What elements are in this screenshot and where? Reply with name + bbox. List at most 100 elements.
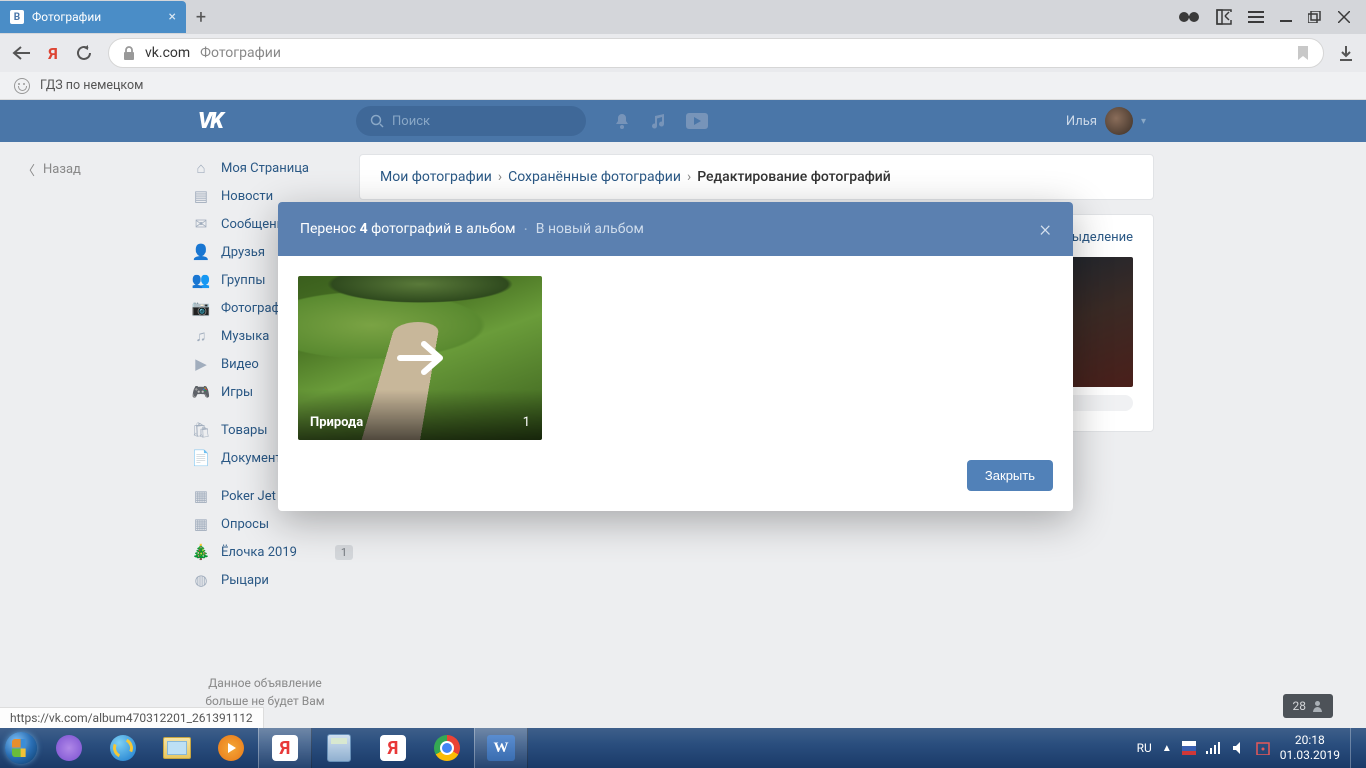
vk-user-menu[interactable]: Илья ▾ bbox=[1066, 107, 1146, 135]
taskbar-explorer[interactable] bbox=[150, 728, 204, 768]
vk-logo[interactable]: VK bbox=[198, 109, 356, 134]
sidebar-label: Poker Jet bbox=[221, 489, 276, 504]
language-indicator[interactable]: RU bbox=[1137, 741, 1152, 755]
app-icon: ▦ bbox=[191, 487, 211, 505]
breadcrumb: Мои фотографии › Сохранённые фотографии … bbox=[380, 169, 1133, 185]
search-icon bbox=[370, 114, 384, 128]
window-minimize-button[interactable] bbox=[1280, 11, 1292, 23]
move-photos-modal: Перенос 4 фотографий в альбом · В новый … bbox=[278, 202, 1073, 511]
tray-volume-icon[interactable] bbox=[1232, 741, 1246, 755]
bag-icon: 🛍 bbox=[191, 421, 211, 439]
tab-close-icon[interactable]: × bbox=[169, 9, 176, 25]
close-button[interactable]: Закрыть bbox=[967, 460, 1053, 491]
sidebar-label: Новости bbox=[221, 189, 273, 204]
chevron-right-icon: › bbox=[687, 169, 691, 185]
new-album-link[interactable]: В новый альбом bbox=[536, 221, 644, 237]
album-name: Природа bbox=[310, 415, 363, 430]
taskbar-clock[interactable]: 20:18 01.03.2019 bbox=[1280, 733, 1340, 763]
breadcrumb-current: Редактирование фотографий bbox=[697, 169, 891, 185]
sidebar-label: Музыка bbox=[221, 329, 269, 344]
bookmark-favicon-icon bbox=[14, 78, 30, 94]
sidebar-label: Моя Страница bbox=[221, 161, 309, 176]
music-note-icon: ♫ bbox=[191, 327, 211, 345]
person-icon bbox=[1312, 700, 1323, 712]
reload-button[interactable] bbox=[76, 45, 94, 61]
tab-favicon: B bbox=[10, 10, 24, 24]
taskbar-cortana[interactable] bbox=[42, 728, 96, 768]
taskbar-media-player[interactable] bbox=[204, 728, 258, 768]
taskbar-yandex[interactable]: Я bbox=[366, 728, 420, 768]
breadcrumb-card: Мои фотографии › Сохранённые фотографии … bbox=[359, 154, 1154, 200]
windows-logo-icon bbox=[5, 732, 37, 764]
browser-tab[interactable]: B Фотографии × bbox=[0, 1, 186, 33]
sidebar-label: Ёлочка 2019 bbox=[221, 545, 297, 560]
clock-date: 01.03.2019 bbox=[1280, 748, 1340, 763]
taskbar-word[interactable]: W bbox=[474, 728, 528, 768]
breadcrumb-link-saved[interactable]: Сохранённые фотографии bbox=[508, 169, 681, 185]
start-button[interactable] bbox=[0, 728, 42, 768]
bookmarks-bar: ГДЗ по немецком bbox=[0, 72, 1366, 100]
notification-count: 28 bbox=[1293, 699, 1307, 713]
show-desktop-button[interactable] bbox=[1350, 728, 1358, 768]
sidebar-label: Рыцари bbox=[221, 573, 269, 588]
friends-icon: 👤 bbox=[191, 243, 211, 261]
tray-chevron-icon[interactable]: ▲ bbox=[1162, 743, 1172, 754]
vk-search-input[interactable]: Поиск bbox=[356, 106, 586, 136]
taskbar-calculator[interactable] bbox=[312, 728, 366, 768]
bookmark-item[interactable]: ГДЗ по немецком bbox=[40, 78, 143, 93]
sidebar-toggle-icon[interactable] bbox=[1216, 9, 1232, 25]
address-bar[interactable]: vk.com Фотографии bbox=[108, 38, 1324, 68]
taskbar-chrome[interactable] bbox=[420, 728, 474, 768]
ad-line: Данное объявление bbox=[185, 674, 345, 692]
modal-footer: Закрыть bbox=[278, 452, 1073, 511]
new-tab-button[interactable]: + bbox=[186, 7, 216, 28]
bookmark-icon[interactable] bbox=[1297, 46, 1309, 60]
tray-network-icon[interactable] bbox=[1206, 742, 1222, 754]
back-link[interactable]: 〈 Назад bbox=[0, 142, 185, 179]
lock-icon bbox=[123, 46, 135, 60]
menu-icon[interactable] bbox=[1248, 10, 1264, 24]
window-close-button[interactable] bbox=[1338, 11, 1350, 23]
clock-time: 20:18 bbox=[1280, 733, 1340, 748]
downloads-button[interactable] bbox=[1338, 45, 1354, 61]
modal-close-icon[interactable]: × bbox=[1039, 217, 1051, 242]
taskbar-yandex-browser[interactable]: Я bbox=[258, 728, 312, 768]
taskbar-ie[interactable] bbox=[96, 728, 150, 768]
sidebar-item-my-page[interactable]: ⌂Моя Страница bbox=[185, 154, 359, 182]
camera-icon: 📷 bbox=[191, 299, 211, 317]
browser-toolbar: Я vk.com Фотографии bbox=[0, 34, 1366, 72]
doc-icon: 📄 bbox=[191, 449, 211, 467]
sidebar-label: Опросы bbox=[221, 517, 269, 532]
incognito-icon[interactable] bbox=[1178, 11, 1200, 23]
status-bar-link: https://vk.com/album470312201_261391112 bbox=[0, 707, 264, 728]
window-controls bbox=[1178, 9, 1366, 25]
yandex-home-button[interactable]: Я bbox=[44, 44, 62, 63]
tab-title: Фотографии bbox=[32, 10, 161, 24]
tray-action-center-icon[interactable] bbox=[1256, 741, 1270, 755]
sidebar-label: Видео bbox=[221, 357, 259, 372]
sidebar-item-polls[interactable]: ▦Опросы bbox=[185, 510, 359, 538]
breadcrumb-link-my-photos[interactable]: Мои фотографии bbox=[380, 169, 492, 185]
vk-header-icons bbox=[614, 112, 708, 130]
sidebar-item-knights[interactable]: ◍Рыцари bbox=[185, 566, 359, 594]
album-card[interactable]: Природа 1 bbox=[298, 276, 542, 440]
video-icon[interactable] bbox=[686, 113, 708, 129]
music-icon[interactable] bbox=[650, 113, 666, 129]
vk-header: VK Поиск Илья ▾ bbox=[0, 100, 1366, 142]
tray-flag-icon[interactable] bbox=[1182, 741, 1196, 755]
sidebar-item-elochka[interactable]: 🎄Ёлочка 20191 bbox=[185, 538, 359, 566]
video-icon: ▶ bbox=[191, 355, 211, 373]
sidebar-label: Группы bbox=[221, 273, 265, 288]
window-maximize-button[interactable] bbox=[1308, 11, 1322, 23]
nav-back-button[interactable] bbox=[12, 46, 30, 60]
modal-header: Перенос 4 фотографий в альбом · В новый … bbox=[278, 202, 1073, 256]
modal-title-prefix: Перенос bbox=[300, 221, 360, 237]
sidebar-label: Игры bbox=[221, 385, 253, 400]
friend-notification-badge[interactable]: 28 bbox=[1283, 694, 1334, 718]
notifications-icon[interactable] bbox=[614, 112, 630, 130]
search-placeholder: Поиск bbox=[392, 114, 430, 129]
cancel-selection-link[interactable]: ыделение bbox=[1072, 230, 1133, 245]
sidebar-label: Товары bbox=[221, 423, 267, 438]
modal-title: Перенос 4 фотографий в альбом bbox=[300, 221, 516, 237]
gamepad-icon: 🎮 bbox=[191, 383, 211, 401]
